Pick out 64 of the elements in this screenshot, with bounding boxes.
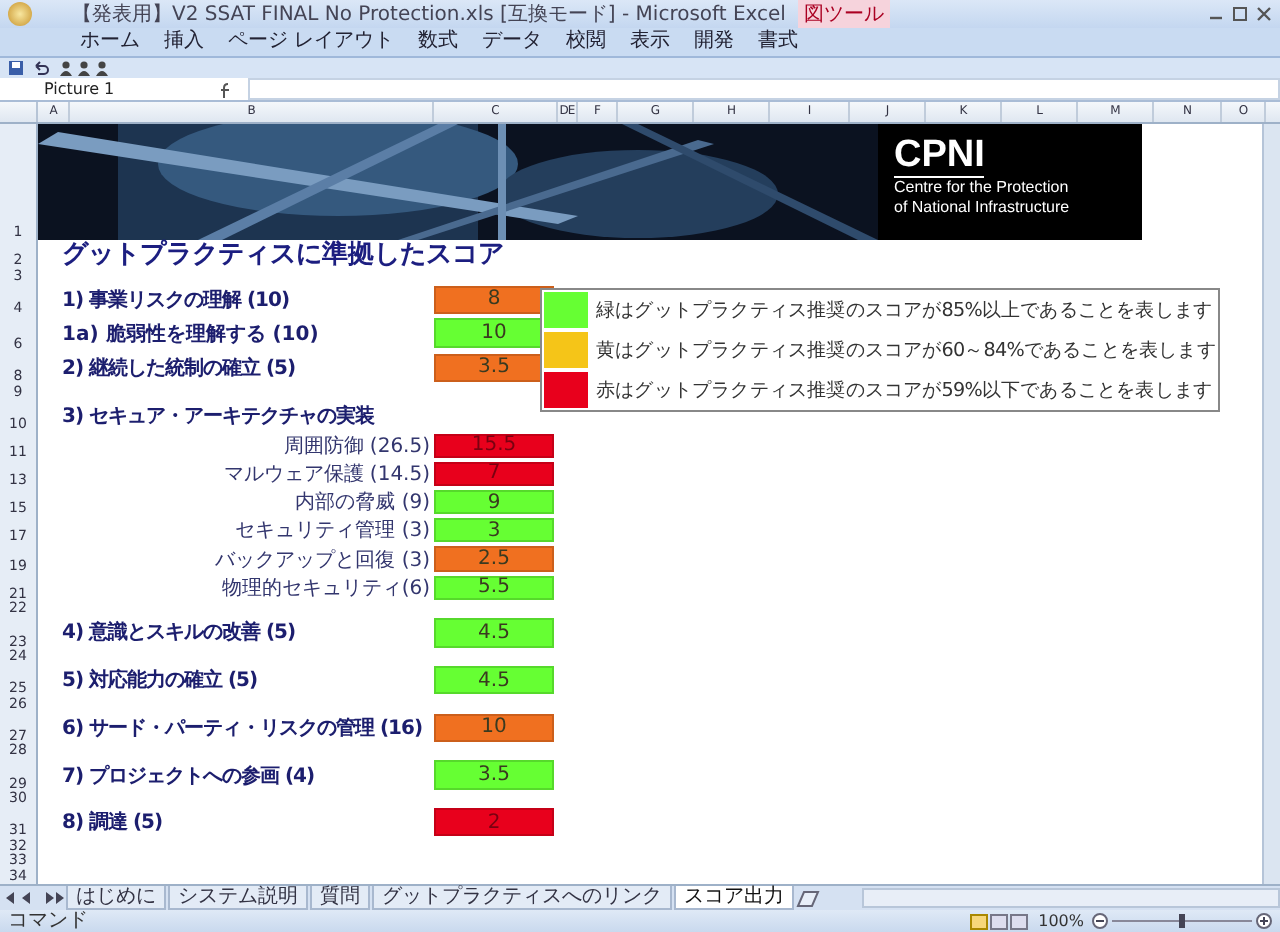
status-mode: コマンド: [8, 910, 88, 932]
zoom-level[interactable]: 100%: [1038, 912, 1084, 930]
page-view-icon[interactable]: [970, 913, 1031, 929]
ribbon-tab[interactable]: データ: [482, 30, 543, 54]
sheet-tab[interactable]: グットプラクティスへのリンク: [372, 886, 672, 910]
ribbon-tab[interactable]: 校閲: [566, 30, 607, 54]
score-label: 内部の脅威 (9): [295, 489, 430, 517]
zoom-slider[interactable]: [1092, 912, 1272, 930]
score-label: 6) サード・パーティ・リスクの管理 (16): [62, 715, 423, 742]
score-label: 5) 対応能力の確立 (5): [62, 666, 258, 695]
score-label: 7) プロジェクトへの参画 (4): [62, 762, 315, 789]
logo-subtitle: of National Infrastructure: [894, 198, 1072, 218]
logo-title: CPNI: [894, 136, 985, 178]
score-cell: 7: [434, 461, 554, 487]
sheet-tab[interactable]: 質問: [310, 886, 370, 910]
context-tab[interactable]: 図ツール: [797, 0, 890, 28]
name-box[interactable]: Picture 1: [4, 79, 204, 99]
maximize-icon[interactable]: [1232, 6, 1248, 22]
ribbon-tab[interactable]: 表示: [630, 30, 671, 54]
score-label: グットプラクティスに準拠したスコア: [62, 237, 504, 273]
score-label: セキュリティ管理 (3): [235, 518, 430, 545]
ribbon-tab[interactable]: ホーム: [80, 30, 140, 54]
score-label: 8) 調達 (5): [62, 808, 163, 837]
zoom-slider-thumb[interactable]: [1179, 914, 1185, 928]
score-label: 4) 意識とスキルの改善 (5): [62, 618, 296, 647]
save-icon[interactable]: [8, 60, 24, 76]
score-cell: 15.5: [434, 433, 554, 458]
score-cell: 4.5: [434, 618, 554, 648]
logo-subtitle: Centre for the Protection: [894, 178, 1071, 198]
ribbon-tab[interactable]: 数式: [418, 30, 459, 54]
undo-icon[interactable]: [32, 60, 50, 76]
sheet-tab[interactable]: システム説明: [168, 886, 308, 910]
legend-text: 黄はグットプラクティス推奨のスコアが60～84%であることを表します: [596, 337, 1216, 363]
legend-text: 赤はグットプラクティス推奨のスコアが59%以下であることを表します: [596, 377, 1213, 403]
legend-text: 緑はグットプラクティス推奨のスコアが85%以上であることを表します: [596, 297, 1213, 323]
ribbon-tab[interactable]: 挿入: [164, 30, 204, 54]
sheet-navigation-icon[interactable]: [4, 890, 64, 906]
vertical-scrollbar[interactable]: [1262, 124, 1280, 884]
sheet-tab[interactable]: スコア出力: [674, 886, 794, 910]
score-cell: 2.5: [434, 546, 554, 572]
close-icon[interactable]: [1256, 6, 1272, 22]
score-label: 物理的セキュリティ(6): [221, 575, 430, 602]
score-cell: 10: [434, 713, 554, 742]
people-icon[interactable]: [58, 60, 114, 76]
score-label: 1) 事業リスクの理解 (10): [62, 287, 290, 314]
score-label: 周囲防御 (26.5): [283, 433, 430, 460]
score-label: 1a) 脆弱性を理解する (10): [62, 321, 319, 348]
ribbon-tab[interactable]: 開発: [694, 30, 735, 54]
formula-field[interactable]: [248, 78, 1280, 100]
score-cell: 4.5: [434, 666, 554, 695]
score-cell: 3: [434, 518, 554, 543]
ribbon-tab[interactable]: 書式: [758, 30, 799, 54]
horizontal-scrollbar[interactable]: [862, 888, 1280, 908]
score-label: 2) 継続した統制の確立 (5): [62, 354, 296, 382]
window-title: 【発表用】V2 SSAT FINAL No Protection.xls [互換モード] - Microsoft Excel: [72, 1, 786, 28]
score-label: 3) セキュア・アーキテクチャの実装: [62, 402, 375, 430]
score-label: マルウェア保護 (14.5): [223, 461, 430, 488]
score-cell: 9: [434, 490, 554, 515]
score-cell: 2: [434, 808, 554, 837]
sheet-tab[interactable]: はじめに: [66, 886, 166, 910]
score-cell: 5.5: [434, 575, 554, 600]
score-cell: 3.5: [434, 760, 554, 790]
ribbon-tab[interactable]: ページ レイアウト: [228, 30, 395, 54]
score-label: バックアップと回復 (3): [215, 547, 430, 574]
